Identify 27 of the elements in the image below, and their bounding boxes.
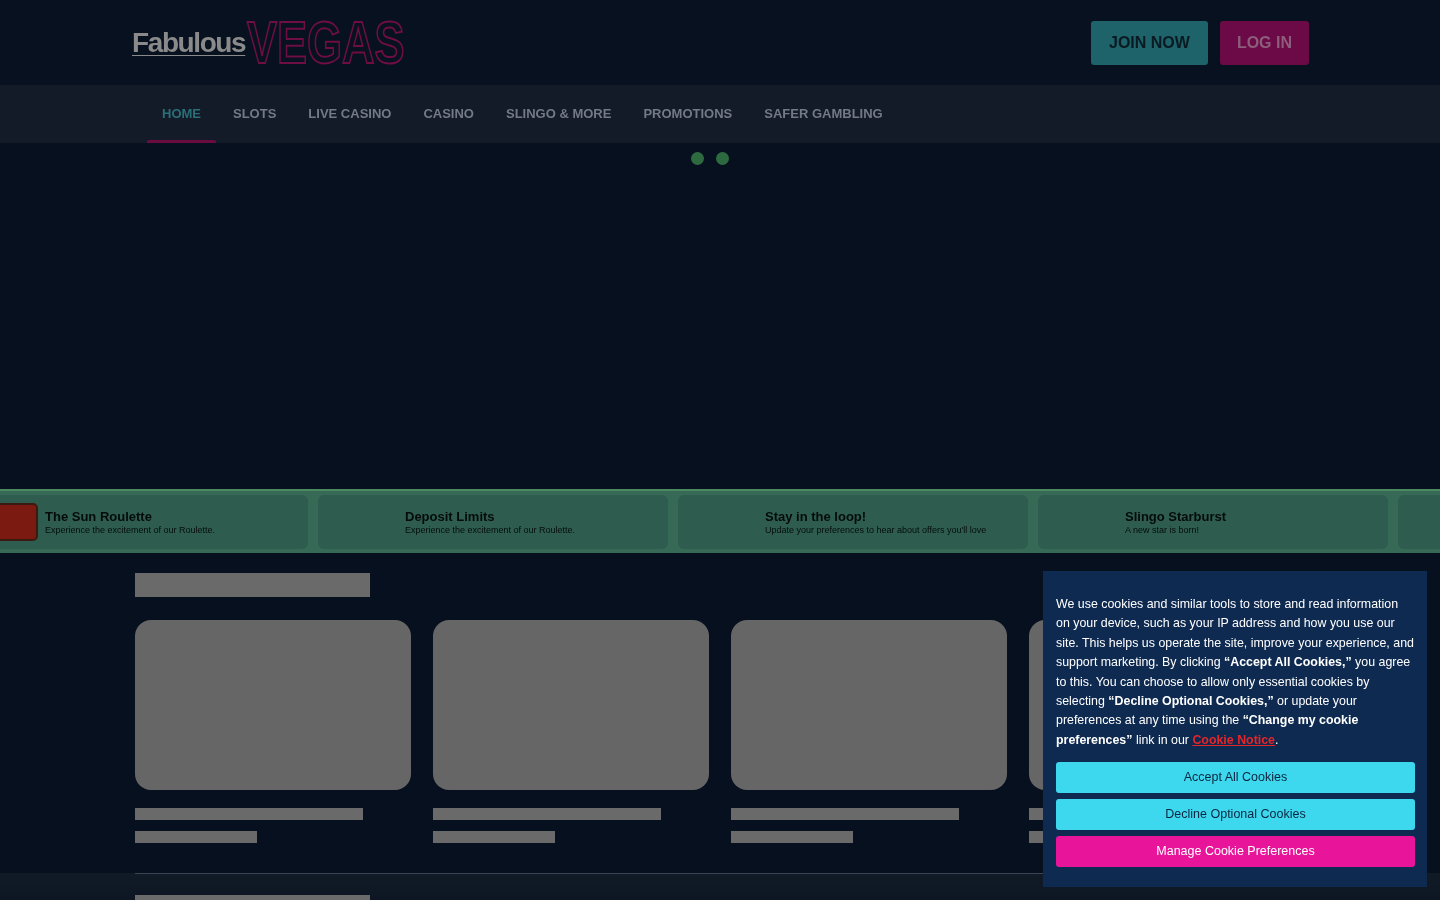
promo-card[interactable]: The Sun Roulette Experience the excitement of our Roulette. bbox=[0, 495, 308, 549]
promo-title: Stay in the loop! bbox=[765, 508, 868, 524]
join-button[interactable]: JOIN NOW bbox=[1091, 20, 1208, 65]
promo-subtitle: Experience the excitement of our Roulette. bbox=[45, 523, 216, 536]
promo-title: Slingo Starburst bbox=[1125, 508, 1227, 524]
accept-cookies-button[interactable]: Accept All Cookies bbox=[1056, 762, 1415, 794]
promo-card[interactable]: Deposit Limits Experience the excitement of our Roulette. bbox=[318, 495, 668, 549]
nav-tab[interactable]: HOME bbox=[147, 85, 216, 143]
promo-card[interactable]: Stay in the loop! Update your preferences to hear about offers you'll love bbox=[678, 495, 1028, 549]
nav-tab[interactable]: SAFER GAMBLING bbox=[749, 85, 898, 143]
nav-tab[interactable]: PROMOTIONS bbox=[628, 85, 748, 143]
nav-tab[interactable]: LIVE CASINO bbox=[293, 85, 407, 143]
cookie-notice-text: We use cookies and similar tools to store and read information on your device, such as your IP address and how you use our site. This helps us operate the site, improve your experience, and support marketing. By clicking “Accept All Cookies,” you agree to this. You can choose to allow only essential cookies by selecting “Decline Optional Cookies,” or update your preferences at any time using the “Change my cookie preferences” link in our Cookie Notice. bbox=[1056, 596, 1414, 749]
nav-tab[interactable]: SLOTS bbox=[218, 85, 292, 143]
promo-title: Deposit Limits bbox=[405, 508, 496, 524]
cookie-notice-link[interactable]: Cookie Notice bbox=[1192, 732, 1275, 747]
nav-tab[interactable]: SLINGO & MORE bbox=[491, 85, 627, 143]
decline-cookies-button[interactable]: Decline Optional Cookies bbox=[1056, 799, 1415, 831]
login-button[interactable]: LOG IN bbox=[1219, 20, 1309, 65]
promo-subtitle: A new star is born! bbox=[1125, 524, 1201, 536]
promo-subtitle: Update your preferences to hear about offers you'll love bbox=[765, 524, 987, 536]
nav-tab[interactable]: CASINO bbox=[408, 85, 489, 143]
promo-title: The Sun Roulette bbox=[45, 508, 153, 524]
promo-subtitle: Experience the excitement of our Roulette. bbox=[405, 524, 576, 536]
logo-text[interactable]: Fabulous bbox=[132, 28, 246, 57]
promo-card[interactable]: Slingo Starburst A new star is born! bbox=[1038, 495, 1388, 549]
manage-cookies-button[interactable]: Manage Cookie Preferences bbox=[1056, 836, 1415, 868]
